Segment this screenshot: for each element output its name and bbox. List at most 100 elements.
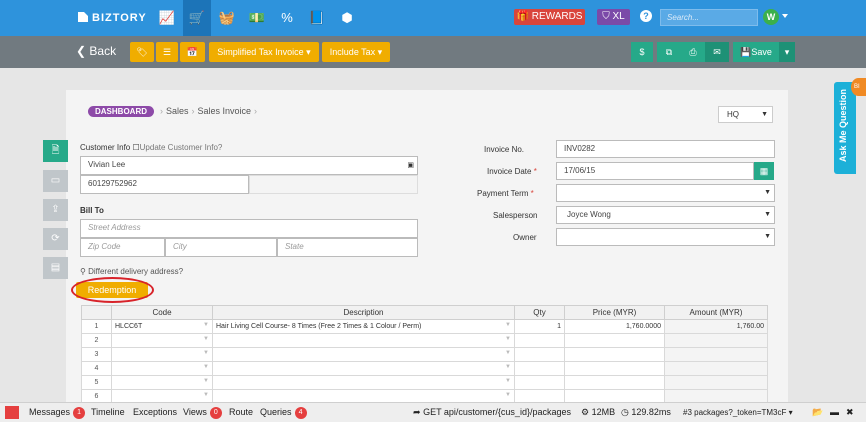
- customer-name-field[interactable]: Vivian Lee ▣: [80, 156, 418, 175]
- chevron-down-icon[interactable]: ▼: [203, 378, 209, 384]
- search-input[interactable]: Search...: [660, 9, 758, 26]
- chevron-down-icon[interactable]: ▼: [203, 392, 209, 398]
- chevron-down-icon[interactable]: ▼: [505, 378, 511, 384]
- plan-xl-badge[interactable]: ⛉ XL: [597, 9, 630, 25]
- table-row: 2 ▼ ▼: [81, 333, 768, 348]
- zip-code-input[interactable]: Zip Code: [80, 238, 165, 257]
- chevron-down-icon[interactable]: ▼: [203, 364, 209, 370]
- price-cell[interactable]: [564, 333, 665, 348]
- chevron-down-icon[interactable]: ▼: [505, 392, 511, 398]
- calendar-icon[interactable]: ▦: [754, 162, 774, 180]
- price-cell[interactable]: [564, 347, 665, 362]
- price-cell[interactable]: 1,760.0000: [564, 319, 665, 334]
- debug-request-select[interactable]: #3 packages?_token=TM3cF ▾: [683, 403, 793, 422]
- breadcrumb-sales-invoice[interactable]: Sales Invoice: [198, 106, 252, 116]
- tax-type-dropdown[interactable]: Simplified Tax Invoice ▾: [209, 42, 319, 62]
- code-cell[interactable]: HLCC6T ▼: [111, 319, 213, 334]
- side-tab-refresh-icon[interactable]: ⟳: [43, 228, 68, 250]
- price-cell[interactable]: [564, 375, 665, 390]
- customer-phone-field[interactable]: 60129752962: [80, 175, 249, 194]
- code-cell[interactable]: ▼: [111, 375, 213, 390]
- back-button[interactable]: ❮ Back: [76, 44, 116, 58]
- chevron-down-icon[interactable]: ▼: [203, 350, 209, 356]
- inventory-nav-cubes-icon[interactable]: ⬢: [333, 0, 361, 36]
- list-icon[interactable]: ☰: [156, 42, 178, 62]
- tag-icon[interactable]: 🏷: [130, 42, 154, 62]
- chevron-down-icon[interactable]: ▼: [203, 336, 209, 342]
- description-cell[interactable]: Hair Living Cell Course- 8 Times (Free 2…: [212, 319, 515, 334]
- side-tab-note-icon[interactable]: ▤: [43, 257, 68, 279]
- side-tab-card-icon[interactable]: ▭: [43, 170, 68, 192]
- contact-card-icon[interactable]: ▣: [407, 161, 414, 169]
- update-customer-checkbox[interactable]: ☐: [132, 143, 139, 152]
- brand-logo[interactable]: BIZTORY: [78, 12, 147, 24]
- qty-cell[interactable]: [514, 375, 565, 390]
- code-cell[interactable]: ▼: [111, 361, 213, 376]
- debug-tab-route[interactable]: Route: [229, 403, 253, 422]
- qty-cell[interactable]: [514, 361, 565, 376]
- chevron-down-icon[interactable]: ▼: [505, 336, 511, 342]
- qty-cell[interactable]: 1: [514, 319, 565, 334]
- folder-open-icon[interactable]: 📂: [812, 403, 823, 422]
- qty-cell[interactable]: [514, 347, 565, 362]
- chevron-down-icon[interactable]: ▼: [203, 322, 209, 328]
- invoice-date-field[interactable]: 17/06/15: [556, 162, 754, 180]
- branch-select[interactable]: HQ ▼: [718, 106, 773, 123]
- purchase-nav-basket-icon[interactable]: 🧺: [213, 0, 241, 36]
- debug-tab-views[interactable]: Views 0: [183, 403, 222, 422]
- debug-tab-exceptions[interactable]: Exceptions: [133, 403, 177, 422]
- invoice-no-field[interactable]: INV0282: [556, 140, 775, 158]
- money-nav-icon[interactable]: 💵: [243, 0, 271, 36]
- reports-nav-chart-icon[interactable]: 📈: [153, 0, 181, 36]
- close-icon[interactable]: ✖: [846, 403, 854, 422]
- chevron-down-icon[interactable]: ▼: [505, 322, 511, 328]
- description-cell[interactable]: ▼: [212, 347, 515, 362]
- owner-select[interactable]: ▼: [556, 228, 775, 246]
- sales-nav-cart-icon[interactable]: 🛒: [183, 0, 211, 36]
- customer-extra-field: [249, 175, 418, 194]
- rewards-button[interactable]: 🎁 REWARDS: [514, 9, 585, 25]
- debug-tab-queries[interactable]: Queries 4: [260, 403, 307, 422]
- payment-dollar-icon[interactable]: $: [631, 42, 653, 62]
- print-icon[interactable]: ⎙: [681, 42, 705, 62]
- brand-name: BIZTORY: [92, 12, 147, 24]
- help-icon[interactable]: ?: [640, 10, 652, 22]
- description-cell[interactable]: ▼: [212, 361, 515, 376]
- copy-icon[interactable]: ⧉: [657, 42, 681, 62]
- debugbar-logo-icon[interactable]: [5, 406, 19, 419]
- save-options-chevron-down-icon[interactable]: ▾: [779, 42, 795, 62]
- calendar-icon[interactable]: 📅: [180, 42, 205, 62]
- different-delivery-link[interactable]: ⚲ Different delivery address?: [80, 267, 183, 276]
- user-avatar[interactable]: W: [763, 9, 779, 25]
- tax-nav-percent-icon[interactable]: %: [273, 0, 301, 36]
- price-cell[interactable]: [564, 361, 665, 376]
- save-button[interactable]: 💾Save: [733, 42, 779, 62]
- chevron-down-icon[interactable]: ▼: [505, 350, 511, 356]
- breadcrumb-dashboard[interactable]: DASHBOARD: [88, 106, 154, 117]
- breadcrumb-sales[interactable]: Sales: [166, 106, 189, 116]
- chevron-down-icon[interactable]: ▼: [505, 364, 511, 370]
- code-cell[interactable]: ▼: [111, 333, 213, 348]
- state-input[interactable]: State: [277, 238, 418, 257]
- description-cell[interactable]: ▼: [212, 375, 515, 390]
- description-cell[interactable]: ▼: [212, 333, 515, 348]
- corner-badge[interactable]: BI: [851, 78, 866, 96]
- user-menu-chevron-down-icon[interactable]: [782, 14, 788, 18]
- side-tab-document-icon[interactable]: 🗎: [43, 140, 68, 162]
- salesperson-select[interactable]: Joyce Wong ▼: [556, 206, 775, 224]
- col-header-price: Price (MYR): [564, 305, 665, 320]
- tax-mode-dropdown[interactable]: Include Tax ▾: [322, 42, 390, 62]
- ledger-nav-book-icon[interactable]: 📘: [303, 0, 331, 36]
- email-icon[interactable]: ✉: [705, 42, 729, 62]
- code-cell[interactable]: ▼: [111, 347, 213, 362]
- debug-tab-timeline[interactable]: Timeline: [91, 403, 125, 422]
- street-address-input[interactable]: Street Address: [80, 219, 418, 238]
- chevron-down-icon: ▼: [761, 111, 768, 118]
- qty-cell[interactable]: [514, 333, 565, 348]
- debug-tab-messages[interactable]: Messages 1: [29, 403, 86, 422]
- minimize-icon[interactable]: ▬: [830, 403, 839, 422]
- ask-me-question-tab[interactable]: Ask Me Question: [834, 82, 856, 174]
- city-input[interactable]: City: [165, 238, 277, 257]
- side-tab-upload-icon[interactable]: ⇪: [43, 199, 68, 221]
- payment-term-select[interactable]: ▼: [556, 184, 775, 202]
